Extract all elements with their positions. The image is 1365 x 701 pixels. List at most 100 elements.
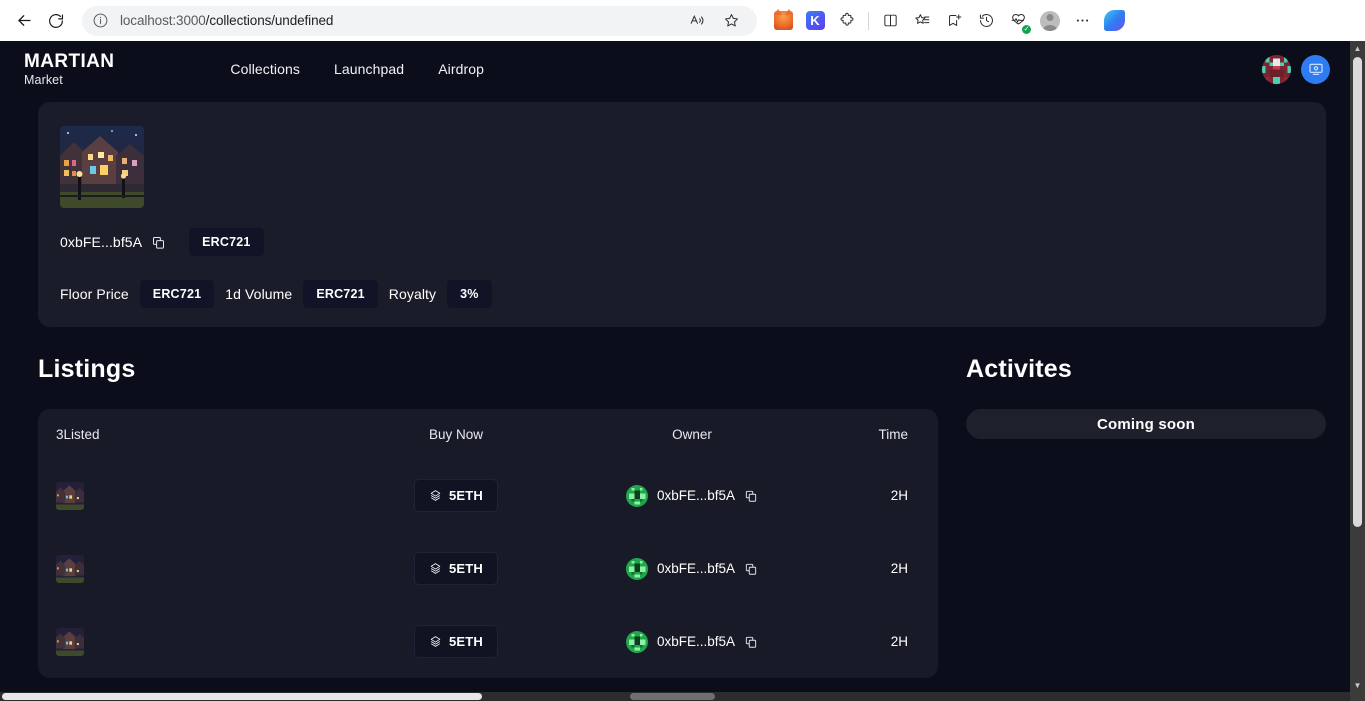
listing-owner-cell: 0xbFE...bf5A [576,557,808,580]
url-host: localhost:3000 [120,13,206,28]
copy-icon[interactable] [151,235,166,250]
vertical-scrollbar-thumb[interactable] [1353,57,1362,527]
scroll-up-arrow[interactable]: ▲ [1350,41,1365,56]
table-row[interactable]: 5ETH 0xbFE...bf5A 2H [38,605,938,678]
site-info-icon[interactable] [92,12,110,30]
copy-icon[interactable] [744,562,758,576]
column-header-time[interactable]: Time [808,427,909,442]
column-header-price[interactable]: Buy Now [336,427,576,442]
listing-thumbnail[interactable] [56,627,84,656]
listing-time: 2H [890,561,908,576]
vertical-scrollbar[interactable]: ▲ ▼ [1350,41,1365,693]
brand-subtitle: Market [24,72,63,87]
listings-table-header: 3Listed Buy Now Owner Time [38,409,938,459]
buy-now-button[interactable]: 5ETH [413,625,499,658]
listing-thumbnail[interactable] [56,554,84,583]
listings-title: Listings [38,355,136,383]
eth-layers-icon [429,562,442,575]
collection-info-card: 0xbFE...bf5A ERC721 Floor Price ERC721 1… [38,102,1326,327]
connect-wallet-button[interactable] [1301,54,1330,84]
scrollbar-corner [1350,692,1365,701]
favorite-star-icon[interactable] [715,5,747,37]
activities-title: Activites [966,355,1073,383]
listing-price-cell: 5ETH [336,479,576,512]
buy-now-button[interactable]: 5ETH [413,552,499,585]
collection-address-row: 0xbFE...bf5A ERC721 [60,228,1304,256]
add-favorite-icon[interactable] [938,5,970,37]
copilot-icon[interactable] [1098,5,1130,37]
token-standard-badge: ERC721 [189,228,264,256]
copy-icon[interactable] [744,635,758,649]
stat-label-1d-volume: 1d Volume [225,286,293,302]
listing-owner-cell: 0xbFE...bf5A [576,630,808,653]
column-header-owner[interactable]: Owner [576,427,808,442]
site-logo[interactable]: MARTIAN Market [24,52,114,87]
nav-item-airdrop[interactable]: Airdrop [438,61,484,77]
metamask-extension-icon[interactable] [767,5,799,37]
header-actions [1262,54,1330,84]
listings-table: 3Listed Buy Now Owner Time 5ETH 0xbFE...… [38,409,938,678]
listing-price-cell: 5ETH [336,552,576,585]
listing-item-cell[interactable] [56,627,336,656]
listing-time: 2H [890,634,908,649]
page-content: Listings 3Listed Buy Now Owner Time 5ETH… [8,355,1348,678]
table-row[interactable]: 5ETH 0xbFE...bf5A 2H [38,459,938,532]
listing-price-cell: 5ETH [336,625,576,658]
nav-item-collections[interactable]: Collections [230,61,300,77]
address-bar[interactable]: localhost:3000/collections/undefined [82,5,757,37]
collection-thumbnail[interactable] [60,126,144,208]
listing-owner-cell: 0xbFE...bf5A [576,484,808,507]
history-icon[interactable] [970,5,1002,37]
buy-now-price: 5ETH [448,488,484,503]
profile-avatar-icon[interactable] [1034,5,1066,37]
owner-address: 0xbFE...bf5A [656,634,736,649]
buy-now-button[interactable]: 5ETH [413,479,499,512]
collection-address: 0xbFE...bf5A [60,234,143,250]
brand-name: MARTIAN [24,50,115,72]
column-header-item[interactable]: 3Listed [56,427,336,442]
keplr-extension-icon[interactable]: K [799,5,831,37]
listing-thumbnail[interactable] [56,481,84,510]
listing-item-cell[interactable] [56,481,336,510]
browser-extension-toolbar: K ✓ [767,5,1130,37]
collection-stats-row: Floor Price ERC721 1d Volume ERC721 Roya… [60,280,1304,308]
owner-avatar [625,630,648,653]
read-aloud-icon[interactable] [681,5,713,37]
url-path: /collections/undefined [205,13,334,28]
stat-label-floor-price: Floor Price [60,286,129,302]
page-root: MARTIAN Market Collections Launchpad Air… [8,41,1348,693]
eth-layers-icon [429,635,442,648]
activities-section: Activites Coming soon [966,355,1326,678]
listings-section: Listings 3Listed Buy Now Owner Time 5ETH… [38,355,938,678]
settings-more-icon[interactable] [1066,5,1098,37]
buy-now-price: 5ETH [448,561,484,576]
split-screen-icon[interactable] [874,5,906,37]
extensions-puzzle-icon[interactable] [831,5,863,37]
listing-time: 2H [890,488,908,503]
eth-layers-icon [429,489,442,502]
main-nav: Collections Launchpad Airdrop [230,61,484,77]
table-row[interactable]: 5ETH 0xbFE...bf5A 2H [38,532,938,605]
scroll-down-arrow[interactable]: ▼ [1350,678,1365,693]
copy-icon[interactable] [744,489,758,503]
collections-icon[interactable] [906,5,938,37]
horizontal-scrollbar-thumb[interactable] [2,693,482,700]
activities-coming-soon: Coming soon [966,409,1326,439]
owner-address: 0xbFE...bf5A [656,488,736,503]
essentials-status-check: ✓ [1022,24,1031,34]
listing-item-cell[interactable] [56,554,336,583]
browser-toolbar: localhost:3000/collections/undefined K ✓ [0,0,1365,41]
back-button[interactable] [8,5,40,37]
address-bar-text: localhost:3000/collections/undefined [120,13,333,28]
nav-item-launchpad[interactable]: Launchpad [334,61,404,77]
site-header: MARTIAN Market Collections Launchpad Air… [8,41,1348,97]
refresh-button[interactable] [40,5,72,37]
user-avatar[interactable] [1262,54,1291,84]
buy-now-price: 5ETH [448,634,484,649]
horizontal-scrollbar[interactable] [0,692,1350,701]
owner-avatar [625,557,648,580]
toolbar-divider [868,11,869,30]
browser-essentials-icon[interactable]: ✓ [1002,5,1034,37]
owner-address: 0xbFE...bf5A [656,561,736,576]
horizontal-scrollbar-track-segment[interactable] [630,693,715,700]
